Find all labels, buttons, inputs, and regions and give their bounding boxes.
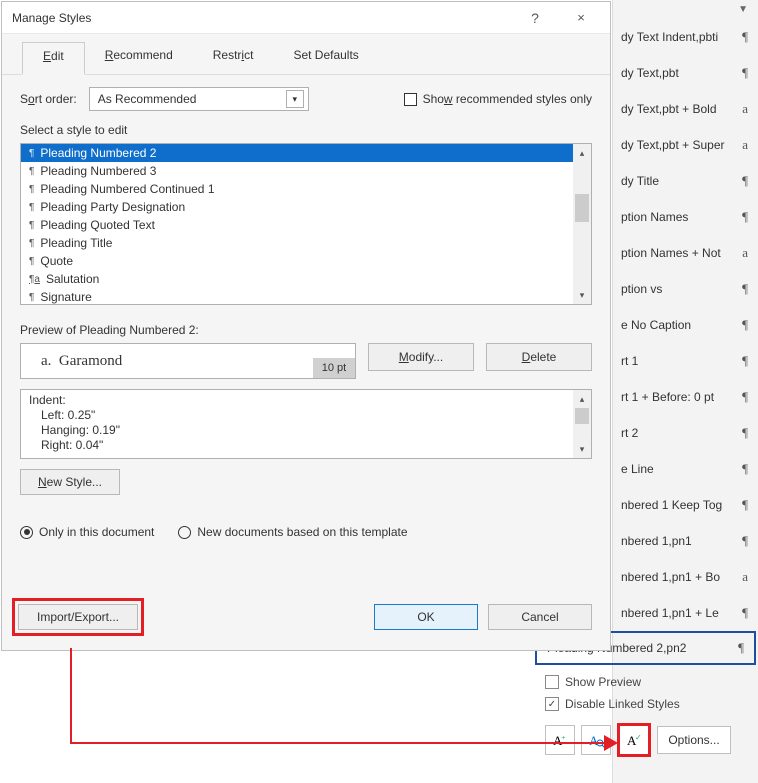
options-button[interactable]: Options... <box>657 726 731 754</box>
styles-pane: ▼ dy Text Indent,pbti¶ dy Text,pbt¶ dy T… <box>612 0 758 783</box>
svg-text:✓: ✓ <box>635 733 642 742</box>
close-button[interactable]: × <box>558 4 604 32</box>
list-item[interactable]: ¶aSalutation <box>21 270 573 288</box>
tab-defaults[interactable]: Set Defaults <box>273 42 378 74</box>
style-row[interactable]: dy Text,pbt + Bolda <box>613 91 758 127</box>
style-row[interactable]: ption Names¶ <box>613 199 758 235</box>
show-recommended-checkbox[interactable]: Show recommended styles only <box>404 92 592 106</box>
list-item[interactable]: ¶Pleading Numbered 3 <box>21 162 573 180</box>
list-item[interactable]: ¶Quote <box>21 252 573 270</box>
pane-menu-icon[interactable]: ▼ <box>728 0 758 19</box>
manage-styles-icon[interactable]: A✓ <box>617 723 651 757</box>
disable-linked-checkbox[interactable]: ✓Disable Linked Styles <box>545 693 748 715</box>
sort-order-label: Sort order: <box>20 92 77 106</box>
style-row[interactable]: nbered 1,pn1 + Boa <box>613 559 758 595</box>
new-style-icon[interactable]: A₊ <box>545 725 575 755</box>
tab-edit[interactable]: Edit <box>22 42 85 75</box>
manage-styles-dialog: Manage Styles ? × Edit Recommend Restric… <box>1 1 611 651</box>
list-item[interactable]: ¶Pleading Quoted Text <box>21 216 573 234</box>
tabs: Edit Recommend Restrict Set Defaults <box>2 34 610 75</box>
import-export-button[interactable]: Import/Export... <box>18 604 138 630</box>
select-style-label: Select a style to edit <box>20 123 592 137</box>
list-item[interactable]: ¶Pleading Title <box>21 234 573 252</box>
style-row[interactable]: ption vs¶ <box>613 271 758 307</box>
style-row[interactable]: rt 1 + Before: 0 pt¶ <box>613 379 758 415</box>
style-row[interactable]: e No Caption¶ <box>613 307 758 343</box>
style-row[interactable]: nbered 1,pn1¶ <box>613 523 758 559</box>
style-row[interactable]: dy Title¶ <box>613 163 758 199</box>
cancel-button[interactable]: Cancel <box>488 604 592 630</box>
titlebar: Manage Styles ? × <box>2 2 610 34</box>
new-documents-radio[interactable]: New documents based on this template <box>178 525 407 539</box>
list-scrollbar[interactable]: ▴ ▾ <box>573 144 591 304</box>
list-item[interactable]: ¶Pleading Party Designation <box>21 198 573 216</box>
preview-size: 10 pt <box>313 358 355 378</box>
desc-scrollbar[interactable]: ▴ ▾ <box>573 390 591 458</box>
list-item[interactable]: ¶Pleading Numbered 2 <box>21 144 573 162</box>
style-row[interactable]: ption Names + Nota <box>613 235 758 271</box>
annotation-line <box>70 648 72 744</box>
style-row[interactable]: dy Text,pbt¶ <box>613 55 758 91</box>
modify-button[interactable]: Modify... <box>368 343 474 371</box>
help-button[interactable]: ? <box>512 4 558 32</box>
tab-recommend[interactable]: Recommend <box>85 42 193 74</box>
chevron-down-icon: ▾ <box>286 90 304 108</box>
import-export-highlight: Import/Export... <box>12 598 144 636</box>
svg-text:₊: ₊ <box>561 731 566 741</box>
style-row[interactable]: dy Text Indent,pbti¶ <box>613 19 758 55</box>
style-row[interactable]: rt 2¶ <box>613 415 758 451</box>
styles-list: dy Text Indent,pbti¶ dy Text,pbt¶ dy Tex… <box>613 19 758 631</box>
style-row[interactable]: rt 1¶ <box>613 343 758 379</box>
style-row[interactable]: nbered 1 Keep Tog¶ <box>613 487 758 523</box>
delete-button[interactable]: Delete <box>486 343 592 371</box>
tab-restrict[interactable]: Restrict <box>193 42 274 74</box>
preview-label: Preview of Pleading Numbered 2: <box>20 323 592 337</box>
sort-order-select[interactable]: As Recommended ▾ <box>89 87 309 111</box>
style-row[interactable]: e Line¶ <box>613 451 758 487</box>
show-preview-checkbox[interactable]: Show Preview <box>545 671 748 693</box>
list-item[interactable]: ¶Pleading Numbered Continued 1 <box>21 180 573 198</box>
only-this-document-radio[interactable]: Only in this document <box>20 525 154 539</box>
preview-box: a. Garamond 10 pt <box>20 343 356 379</box>
style-row[interactable]: nbered 1,pn1 + Le¶ <box>613 595 758 631</box>
list-item[interactable]: ¶Signature <box>21 288 573 305</box>
ok-button[interactable]: OK <box>374 604 478 630</box>
annotation-arrow-icon <box>604 735 618 751</box>
description-box: Indent: Left: 0.25" Hanging: 0.19" Right… <box>20 389 592 459</box>
style-row[interactable]: dy Text,pbt + Supera <box>613 127 758 163</box>
dialog-title: Manage Styles <box>12 11 512 25</box>
new-style-button[interactable]: New Style... <box>20 469 120 495</box>
style-listbox[interactable]: ¶Pleading Numbered 2 ¶Pleading Numbered … <box>20 143 592 305</box>
annotation-line <box>70 742 610 744</box>
svg-text:A: A <box>589 733 599 748</box>
